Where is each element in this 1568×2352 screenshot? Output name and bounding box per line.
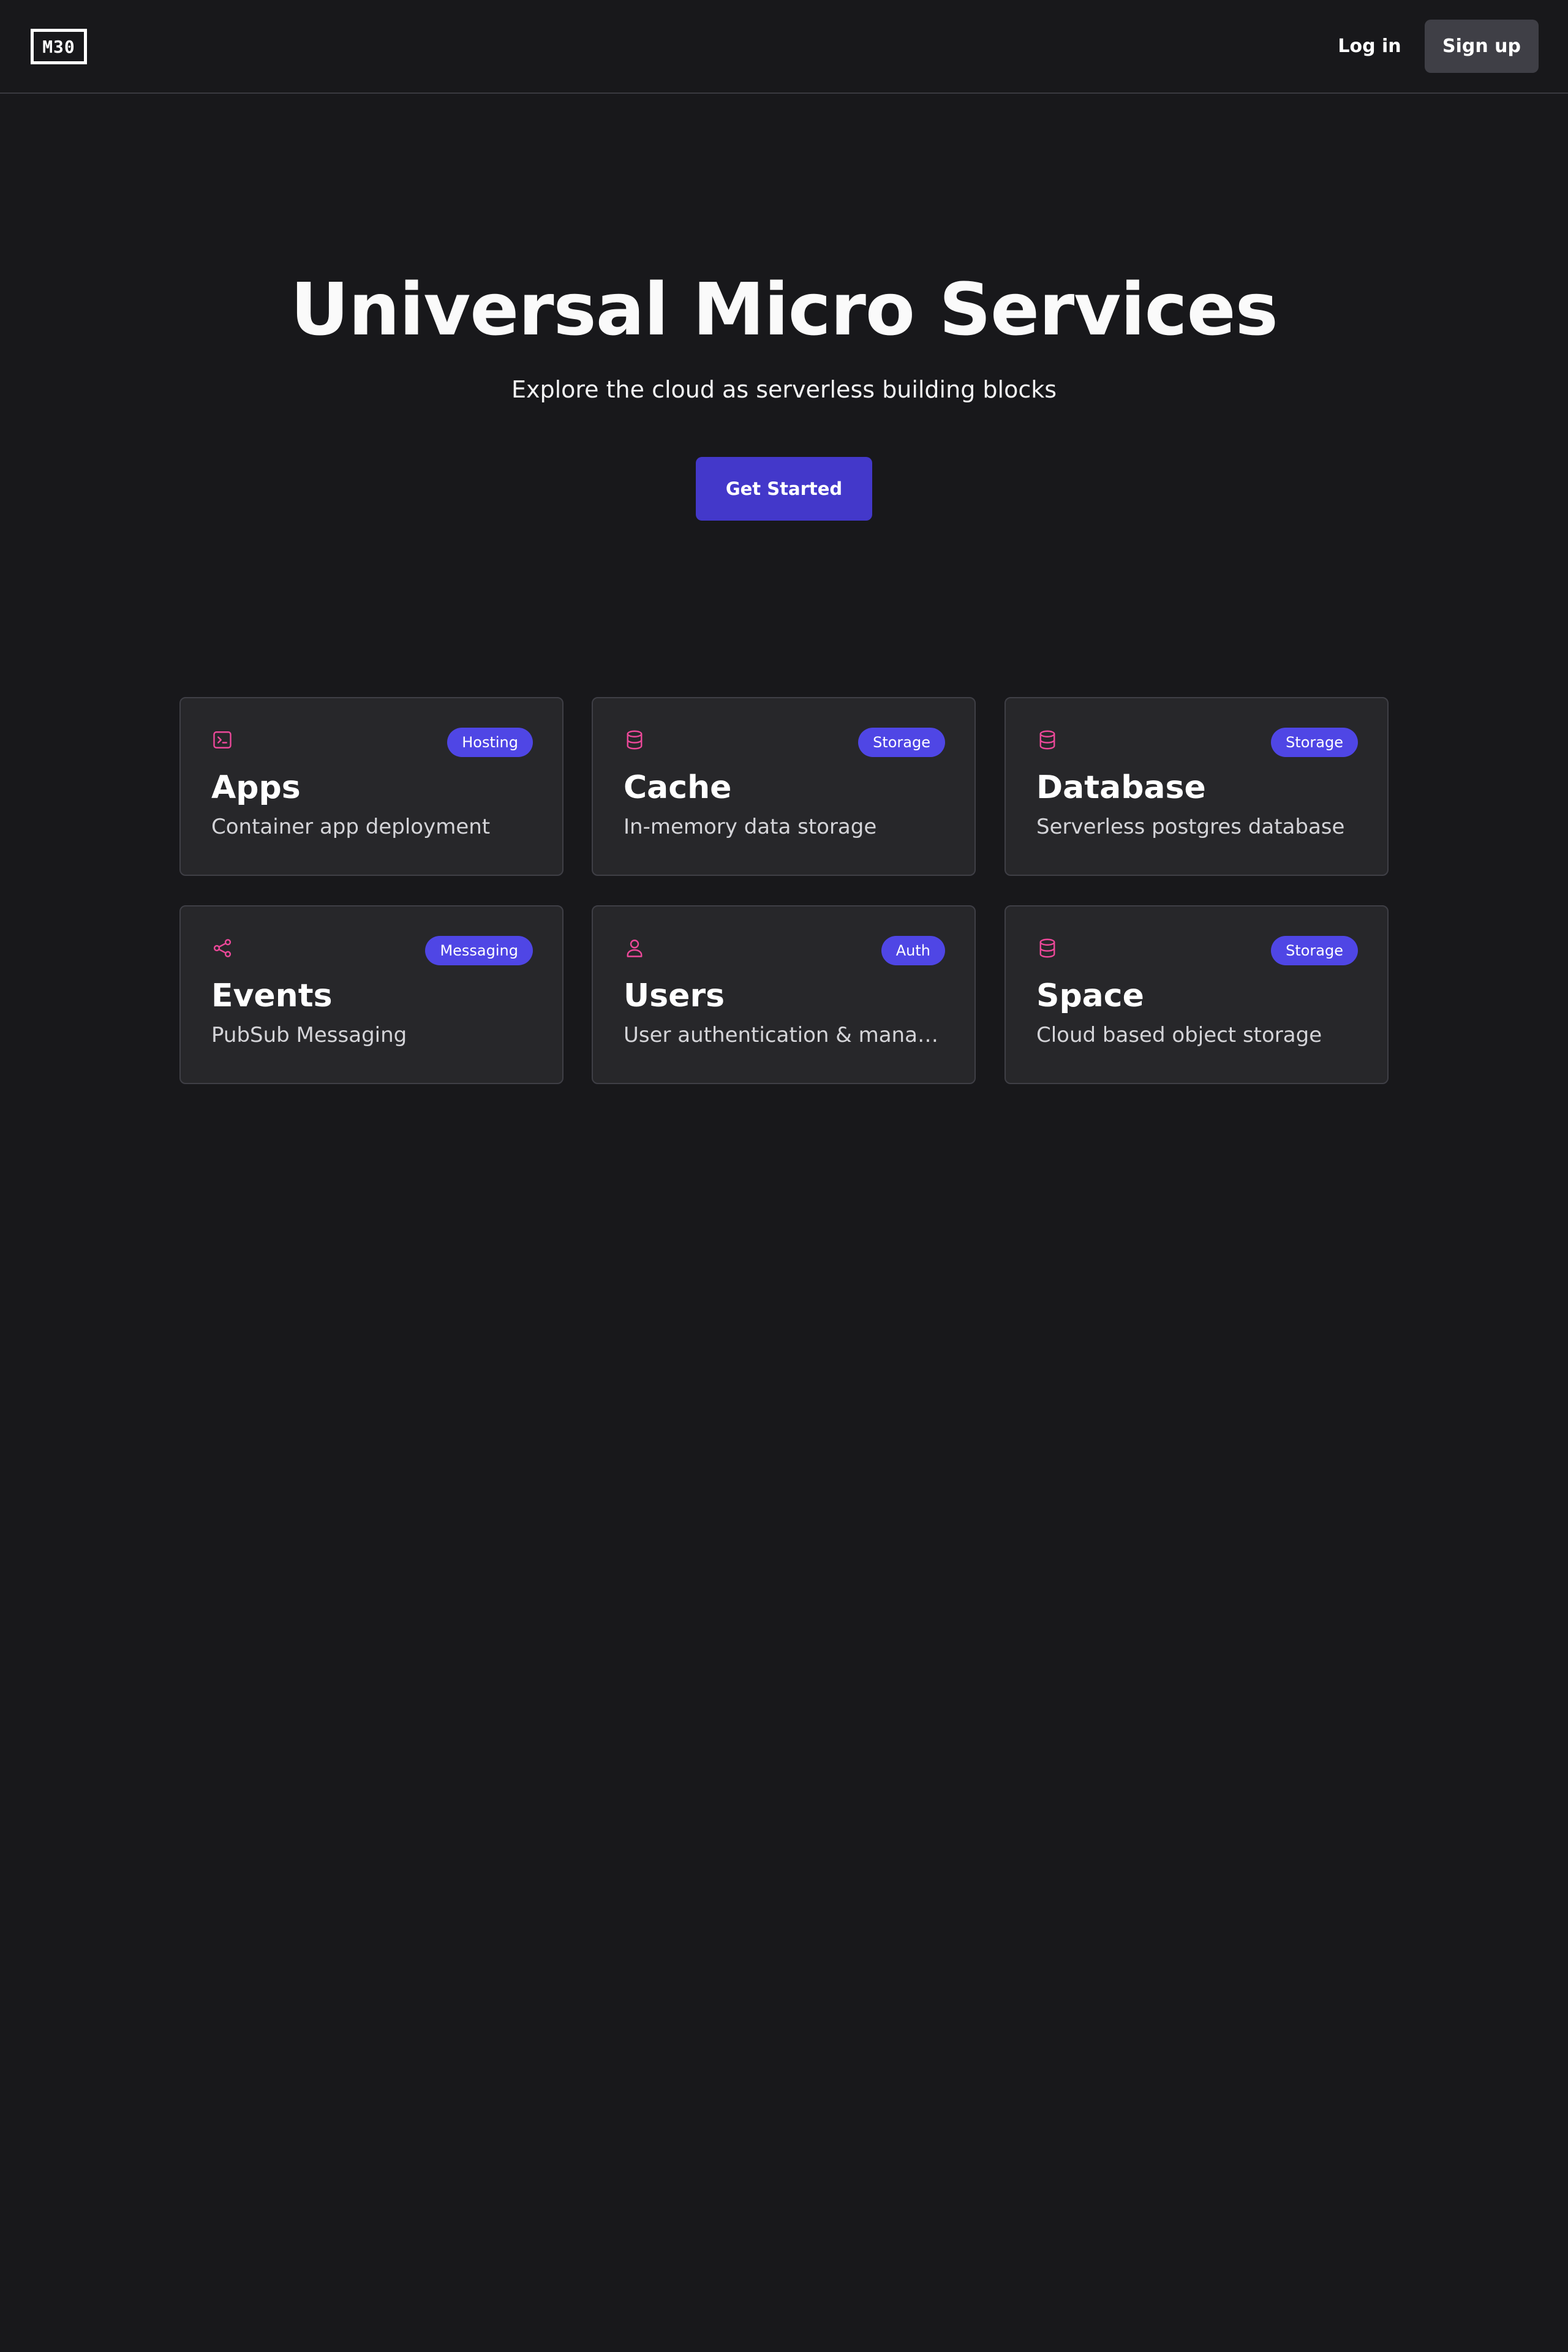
card-description: User authentication & manage… (624, 1023, 948, 1047)
category-badge: Storage (1271, 936, 1358, 965)
hero-subtitle: Explore the cloud as serverless building… (511, 376, 1057, 403)
card-title: Database (1036, 769, 1206, 806)
card-description: Serverless postgres database (1036, 815, 1345, 839)
hero-title: Universal Micro Services (290, 267, 1278, 352)
get-started-button[interactable]: Get Started (696, 457, 872, 521)
card-description: PubSub Messaging (211, 1023, 407, 1047)
card-description: Container app deployment (211, 815, 491, 839)
service-card-database[interactable]: Storage Database Serverless postgres dat… (1005, 697, 1389, 876)
service-card-users[interactable]: Auth Users User authentication & manage… (592, 905, 976, 1084)
database-icon (1036, 729, 1058, 751)
category-badge: Auth (881, 936, 945, 965)
card-title: Cache (624, 769, 732, 806)
card-title: Space (1036, 978, 1144, 1014)
category-badge: Messaging (425, 936, 533, 965)
service-card-apps[interactable]: Hosting Apps Container app deployment (179, 697, 564, 876)
top-navbar: M30 Log in Sign up (0, 0, 1568, 94)
database-icon (624, 729, 646, 751)
service-card-cache[interactable]: Storage Cache In-memory data storage (592, 697, 976, 876)
share-icon (211, 937, 233, 959)
category-badge: Storage (1271, 728, 1358, 757)
category-badge: Hosting (447, 728, 533, 757)
card-title: Events (211, 978, 333, 1014)
card-description: Cloud based object storage (1036, 1023, 1322, 1047)
category-badge: Storage (858, 728, 945, 757)
login-link[interactable]: Log in (1329, 29, 1410, 63)
service-card-events[interactable]: Messaging Events PubSub Messaging (179, 905, 564, 1084)
database-icon (1036, 937, 1058, 959)
signup-button[interactable]: Sign up (1425, 20, 1539, 73)
user-icon (624, 937, 646, 959)
card-description: In-memory data storage (624, 815, 877, 839)
card-title: Users (624, 978, 725, 1014)
service-card-space[interactable]: Storage Space Cloud based object storage (1005, 905, 1389, 1084)
card-title: Apps (211, 769, 301, 806)
m30-logo[interactable]: M30 (31, 29, 87, 64)
terminal-icon (211, 729, 233, 751)
